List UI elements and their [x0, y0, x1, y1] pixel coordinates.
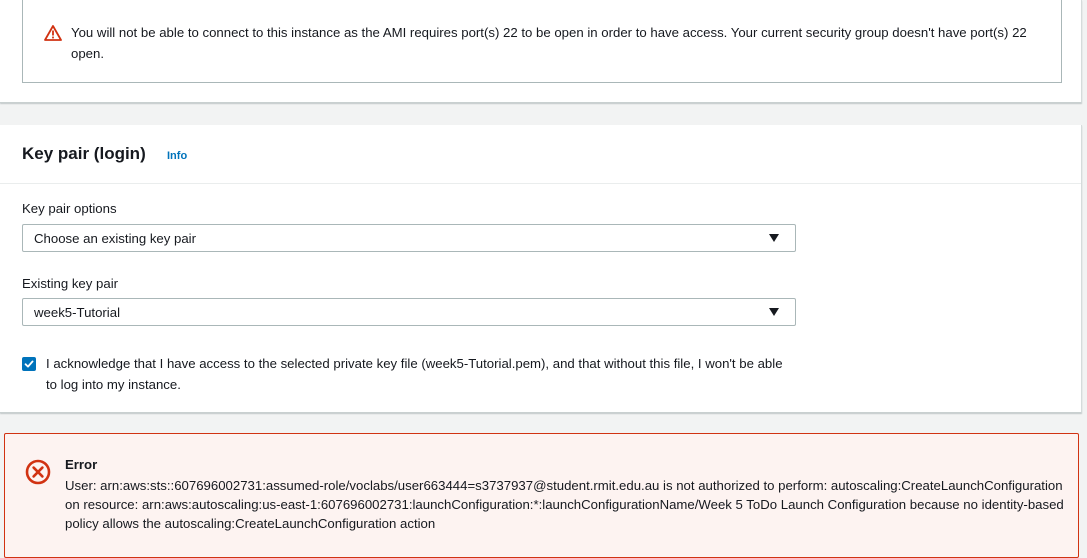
security-warning-panel: You will not be able to connect to this … [0, 0, 1082, 103]
caret-down-icon [769, 308, 779, 316]
info-link[interactable]: Info [167, 150, 187, 162]
error-alert: Error User: arn:aws:sts::607696002731:as… [4, 433, 1079, 558]
acknowledge-text: I acknowledge that I have access to the … [46, 356, 783, 392]
key-pair-title: Key pair (login) [22, 144, 146, 163]
warning-alert: You will not be able to connect to this … [22, 0, 1062, 83]
error-circle-x-icon [25, 459, 51, 485]
caret-down-icon [769, 234, 779, 242]
warning-triangle-icon [44, 25, 62, 41]
warning-message: You will not be able to connect to this … [71, 25, 1027, 61]
checkmark-icon [24, 360, 34, 368]
key-pair-header: Key pair (login) Info [0, 125, 1081, 184]
existing-key-pair-select[interactable]: week5-Tutorial [22, 298, 796, 326]
key-pair-panel: Key pair (login) Info Key pair options C… [0, 125, 1082, 413]
error-message: User: arn:aws:sts::607696002731:assumed-… [65, 478, 1064, 531]
key-pair-options-label: Key pair options [22, 201, 117, 216]
acknowledge-checkbox[interactable] [22, 357, 36, 371]
key-pair-options-select[interactable]: Choose an existing key pair [22, 224, 796, 252]
existing-key-pair-label: Existing key pair [22, 276, 119, 291]
error-title: Error [65, 457, 98, 472]
key-pair-options-value: Choose an existing key pair [34, 231, 197, 246]
existing-key-pair-value: week5-Tutorial [34, 305, 120, 320]
